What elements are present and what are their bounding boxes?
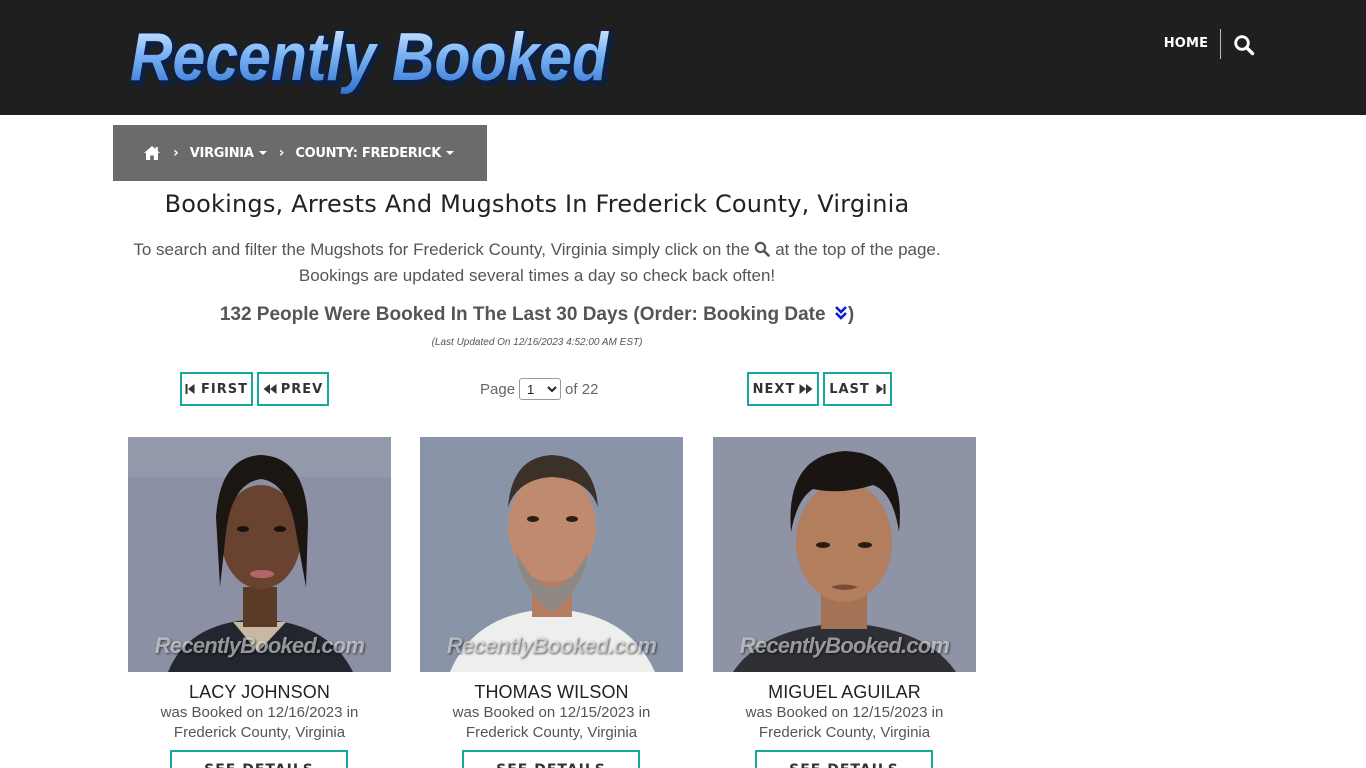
booking-location: Frederick County, Virginia — [465, 724, 638, 741]
booking-card: RecentlyBooked.com LACY JOHNSON was Book… — [128, 437, 391, 768]
see-details-button[interactable]: SEE DETAILS — [462, 750, 640, 768]
breadcrumb-state-label: VIRGINIA — [189, 145, 254, 161]
booking-count-close: ) — [847, 304, 855, 325]
booking-location: Frederick County, Virginia — [173, 724, 346, 741]
next-page-label: NEXT — [752, 381, 796, 397]
booking-card: RecentlyBooked.com MIGUEL AGUILAR was Bo… — [713, 437, 976, 768]
page-indicator: Page 1 of 22 — [480, 377, 598, 401]
booking-count: 132 People Were Booked In The Last 30 Da… — [113, 304, 961, 326]
first-page-label: FIRST — [201, 381, 248, 397]
booking-info: was Booked on 12/15/2023 in Frederick Co… — [420, 703, 683, 743]
booking-card: RecentlyBooked.com THOMAS WILSON was Boo… — [420, 437, 683, 768]
breadcrumb-separator: › — [278, 145, 285, 161]
search-icon — [755, 241, 771, 257]
sort-order-icon[interactable] — [834, 305, 848, 321]
breadcrumb-county-label: COUNTY: FREDERICK — [295, 145, 442, 161]
breadcrumb-county-dropdown[interactable]: COUNTY: FREDERICK — [295, 145, 455, 161]
intro-text-line2: Bookings are updated several times a day… — [298, 266, 776, 285]
page-select[interactable]: 1 — [519, 378, 562, 400]
mugshot-photo[interactable]: RecentlyBooked.com — [420, 437, 683, 672]
see-details-button[interactable]: SEE DETAILS — [755, 750, 933, 768]
home-icon[interactable] — [143, 145, 161, 161]
backward-icon — [263, 384, 277, 394]
page-total: of 22 — [565, 380, 599, 398]
last-updated: (Last Updated On 12/16/2023 4:52:00 AM E… — [431, 337, 643, 348]
site-logo[interactable]: Recently Booked Recently Booked — [128, 20, 618, 94]
see-details-button[interactable]: SEE DETAILS — [170, 750, 348, 768]
caret-down-icon — [446, 151, 455, 155]
inmate-name[interactable]: MIGUEL AGUILAR — [713, 682, 976, 703]
intro-text: To search and filter the Mugshots for Fr… — [113, 237, 961, 289]
inmate-name[interactable]: LACY JOHNSON — [128, 682, 391, 703]
booking-info: was Booked on 12/16/2023 in Frederick Co… — [128, 703, 391, 743]
prev-page-label: PREV — [280, 381, 324, 397]
breadcrumb-state-dropdown[interactable]: VIRGINIA — [190, 146, 267, 161]
caret-down-icon — [258, 151, 267, 155]
forward-icon — [799, 384, 813, 394]
breadcrumb-separator: › — [173, 145, 179, 161]
first-page-button[interactable]: FIRST — [180, 372, 253, 406]
mugshot-photo[interactable]: RecentlyBooked.com — [713, 437, 976, 672]
step-backward-icon — [185, 384, 195, 394]
last-page-label: LAST — [829, 381, 870, 397]
nav-home-link[interactable]: HOME — [1158, 36, 1214, 54]
mugshot-watermark: RecentlyBooked.com — [446, 633, 657, 658]
mugshot-photo[interactable]: RecentlyBooked.com — [128, 437, 391, 672]
booking-location: Frederick County, Virginia — [758, 724, 931, 741]
next-page-button[interactable]: NEXT — [747, 372, 819, 406]
page-title: Bookings, Arrests And Mugshots In Freder… — [164, 190, 910, 218]
intro-text-part2: at the top of the page. — [775, 240, 941, 259]
step-forward-icon — [876, 384, 886, 394]
inmate-name[interactable]: THOMAS WILSON — [420, 682, 683, 703]
nav-divider — [1220, 29, 1221, 59]
booking-date-text: was Booked on 12/16/2023 in — [160, 704, 359, 721]
last-page-button[interactable]: LAST — [823, 372, 892, 406]
prev-page-button[interactable]: PREV — [257, 372, 329, 406]
mugshot-watermark: RecentlyBooked.com — [739, 633, 950, 658]
page-label: Page — [480, 380, 516, 398]
breadcrumb: › VIRGINIA › COUNTY: FREDERICK — [113, 125, 487, 181]
intro-text-part1: To search and filter the Mugshots for Fr… — [133, 240, 750, 259]
booking-info: was Booked on 12/15/2023 in Frederick Co… — [713, 703, 976, 743]
search-icon[interactable] — [1233, 34, 1255, 56]
booking-date-text: was Booked on 12/15/2023 in — [452, 704, 651, 721]
booking-count-text: 132 People Were Booked In The Last 30 Da… — [219, 304, 826, 325]
logo-text: Recently Booked — [130, 20, 609, 94]
site-header: Recently Booked Recently Booked HOME — [0, 0, 1366, 115]
booking-date-text: was Booked on 12/15/2023 in — [745, 704, 944, 721]
mugshot-watermark: RecentlyBooked.com — [154, 633, 365, 658]
